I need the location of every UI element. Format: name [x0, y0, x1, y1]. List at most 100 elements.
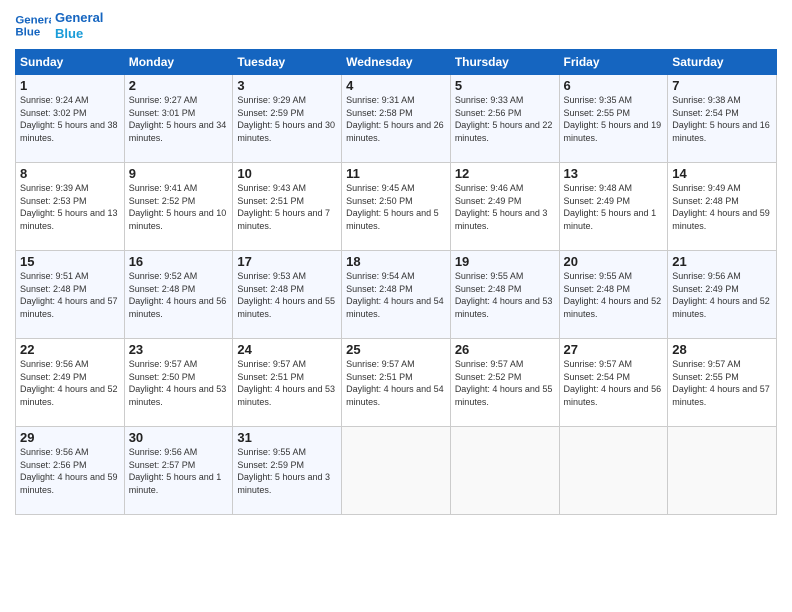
sunrise-label: Sunrise: 9:35 AM	[564, 95, 633, 105]
general-blue-logo-icon: General Blue	[15, 11, 51, 41]
sunrise-label: Sunrise: 9:41 AM	[129, 183, 198, 193]
sunset-label: Sunset: 2:48 PM	[129, 284, 196, 294]
calendar-day-cell: 23 Sunrise: 9:57 AM Sunset: 2:50 PM Dayl…	[124, 339, 233, 427]
daylight-label: Daylight: 5 hours and 13 minutes.	[20, 208, 118, 231]
sunset-label: Sunset: 2:51 PM	[237, 196, 304, 206]
day-info: Sunrise: 9:57 AM Sunset: 2:55 PM Dayligh…	[672, 358, 772, 408]
calendar-day-cell: 3 Sunrise: 9:29 AM Sunset: 2:59 PM Dayli…	[233, 75, 342, 163]
sunset-label: Sunset: 2:48 PM	[455, 284, 522, 294]
sunrise-label: Sunrise: 9:53 AM	[237, 271, 306, 281]
daylight-label: Daylight: 4 hours and 57 minutes.	[672, 384, 770, 407]
day-number: 29	[20, 430, 120, 445]
daylight-label: Daylight: 5 hours and 1 minute.	[564, 208, 657, 231]
calendar-day-cell	[668, 427, 777, 515]
calendar-day-cell: 25 Sunrise: 9:57 AM Sunset: 2:51 PM Dayl…	[342, 339, 451, 427]
calendar-day-cell: 27 Sunrise: 9:57 AM Sunset: 2:54 PM Dayl…	[559, 339, 668, 427]
calendar-day-cell: 28 Sunrise: 9:57 AM Sunset: 2:55 PM Dayl…	[668, 339, 777, 427]
day-info: Sunrise: 9:51 AM Sunset: 2:48 PM Dayligh…	[20, 270, 120, 320]
sunset-label: Sunset: 2:53 PM	[20, 196, 87, 206]
col-saturday: Saturday	[668, 50, 777, 75]
day-info: Sunrise: 9:46 AM Sunset: 2:49 PM Dayligh…	[455, 182, 555, 232]
day-number: 26	[455, 342, 555, 357]
calendar-day-cell: 16 Sunrise: 9:52 AM Sunset: 2:48 PM Dayl…	[124, 251, 233, 339]
sunrise-label: Sunrise: 9:24 AM	[20, 95, 89, 105]
sunset-label: Sunset: 3:02 PM	[20, 108, 87, 118]
daylight-label: Daylight: 5 hours and 38 minutes.	[20, 120, 118, 143]
sunset-label: Sunset: 2:49 PM	[564, 196, 631, 206]
sunset-label: Sunset: 2:59 PM	[237, 108, 304, 118]
sunset-label: Sunset: 2:56 PM	[455, 108, 522, 118]
sunset-label: Sunset: 2:51 PM	[346, 372, 413, 382]
daylight-label: Daylight: 4 hours and 53 minutes.	[129, 384, 227, 407]
sunrise-label: Sunrise: 9:38 AM	[672, 95, 741, 105]
day-number: 23	[129, 342, 229, 357]
day-number: 2	[129, 78, 229, 93]
day-info: Sunrise: 9:41 AM Sunset: 2:52 PM Dayligh…	[129, 182, 229, 232]
day-info: Sunrise: 9:57 AM Sunset: 2:54 PM Dayligh…	[564, 358, 664, 408]
sunset-label: Sunset: 2:48 PM	[346, 284, 413, 294]
daylight-label: Daylight: 4 hours and 55 minutes.	[455, 384, 553, 407]
sunset-label: Sunset: 2:58 PM	[346, 108, 413, 118]
header: General Blue General Blue	[15, 10, 777, 41]
sunrise-label: Sunrise: 9:56 AM	[20, 447, 89, 457]
sunrise-label: Sunrise: 9:55 AM	[564, 271, 633, 281]
day-info: Sunrise: 9:24 AM Sunset: 3:02 PM Dayligh…	[20, 94, 120, 144]
daylight-label: Daylight: 4 hours and 56 minutes.	[129, 296, 227, 319]
sunrise-label: Sunrise: 9:51 AM	[20, 271, 89, 281]
daylight-label: Daylight: 4 hours and 59 minutes.	[672, 208, 770, 231]
calendar-week-row: 15 Sunrise: 9:51 AM Sunset: 2:48 PM Dayl…	[16, 251, 777, 339]
calendar-day-cell: 24 Sunrise: 9:57 AM Sunset: 2:51 PM Dayl…	[233, 339, 342, 427]
day-number: 12	[455, 166, 555, 181]
sunrise-label: Sunrise: 9:55 AM	[455, 271, 524, 281]
daylight-label: Daylight: 4 hours and 54 minutes.	[346, 384, 444, 407]
calendar-day-cell: 9 Sunrise: 9:41 AM Sunset: 2:52 PM Dayli…	[124, 163, 233, 251]
calendar-header-row: Sunday Monday Tuesday Wednesday Thursday…	[16, 50, 777, 75]
calendar-day-cell: 26 Sunrise: 9:57 AM Sunset: 2:52 PM Dayl…	[450, 339, 559, 427]
sunrise-label: Sunrise: 9:27 AM	[129, 95, 198, 105]
sunrise-label: Sunrise: 9:29 AM	[237, 95, 306, 105]
sunset-label: Sunset: 2:49 PM	[672, 284, 739, 294]
sunrise-label: Sunrise: 9:57 AM	[564, 359, 633, 369]
sunrise-label: Sunrise: 9:56 AM	[672, 271, 741, 281]
daylight-label: Daylight: 5 hours and 26 minutes.	[346, 120, 444, 143]
calendar-day-cell: 29 Sunrise: 9:56 AM Sunset: 2:56 PM Dayl…	[16, 427, 125, 515]
daylight-label: Daylight: 5 hours and 3 minutes.	[455, 208, 548, 231]
day-number: 20	[564, 254, 664, 269]
sunset-label: Sunset: 2:52 PM	[455, 372, 522, 382]
calendar-day-cell: 5 Sunrise: 9:33 AM Sunset: 2:56 PM Dayli…	[450, 75, 559, 163]
day-info: Sunrise: 9:45 AM Sunset: 2:50 PM Dayligh…	[346, 182, 446, 232]
day-number: 9	[129, 166, 229, 181]
day-number: 19	[455, 254, 555, 269]
sunrise-label: Sunrise: 9:54 AM	[346, 271, 415, 281]
sunset-label: Sunset: 2:55 PM	[672, 372, 739, 382]
calendar-day-cell: 7 Sunrise: 9:38 AM Sunset: 2:54 PM Dayli…	[668, 75, 777, 163]
calendar-day-cell: 19 Sunrise: 9:55 AM Sunset: 2:48 PM Dayl…	[450, 251, 559, 339]
day-info: Sunrise: 9:55 AM Sunset: 2:59 PM Dayligh…	[237, 446, 337, 496]
col-tuesday: Tuesday	[233, 50, 342, 75]
day-info: Sunrise: 9:35 AM Sunset: 2:55 PM Dayligh…	[564, 94, 664, 144]
calendar-day-cell: 1 Sunrise: 9:24 AM Sunset: 3:02 PM Dayli…	[16, 75, 125, 163]
svg-text:Blue: Blue	[15, 26, 40, 38]
sunset-label: Sunset: 2:55 PM	[564, 108, 631, 118]
calendar-day-cell: 12 Sunrise: 9:46 AM Sunset: 2:49 PM Dayl…	[450, 163, 559, 251]
daylight-label: Daylight: 4 hours and 52 minutes.	[20, 384, 118, 407]
calendar-week-row: 1 Sunrise: 9:24 AM Sunset: 3:02 PM Dayli…	[16, 75, 777, 163]
page: General Blue General Blue Sunday Monday …	[0, 0, 792, 612]
day-number: 4	[346, 78, 446, 93]
calendar-day-cell: 2 Sunrise: 9:27 AM Sunset: 3:01 PM Dayli…	[124, 75, 233, 163]
day-number: 6	[564, 78, 664, 93]
daylight-label: Daylight: 4 hours and 54 minutes.	[346, 296, 444, 319]
sunset-label: Sunset: 2:51 PM	[237, 372, 304, 382]
day-info: Sunrise: 9:57 AM Sunset: 2:51 PM Dayligh…	[346, 358, 446, 408]
daylight-label: Daylight: 5 hours and 1 minute.	[129, 472, 222, 495]
day-number: 1	[20, 78, 120, 93]
day-info: Sunrise: 9:43 AM Sunset: 2:51 PM Dayligh…	[237, 182, 337, 232]
sunrise-label: Sunrise: 9:31 AM	[346, 95, 415, 105]
sunset-label: Sunset: 2:48 PM	[20, 284, 87, 294]
sunrise-label: Sunrise: 9:57 AM	[672, 359, 741, 369]
sunrise-label: Sunrise: 9:56 AM	[129, 447, 198, 457]
day-number: 7	[672, 78, 772, 93]
daylight-label: Daylight: 4 hours and 59 minutes.	[20, 472, 118, 495]
sunset-label: Sunset: 2:54 PM	[672, 108, 739, 118]
sunrise-label: Sunrise: 9:33 AM	[455, 95, 524, 105]
